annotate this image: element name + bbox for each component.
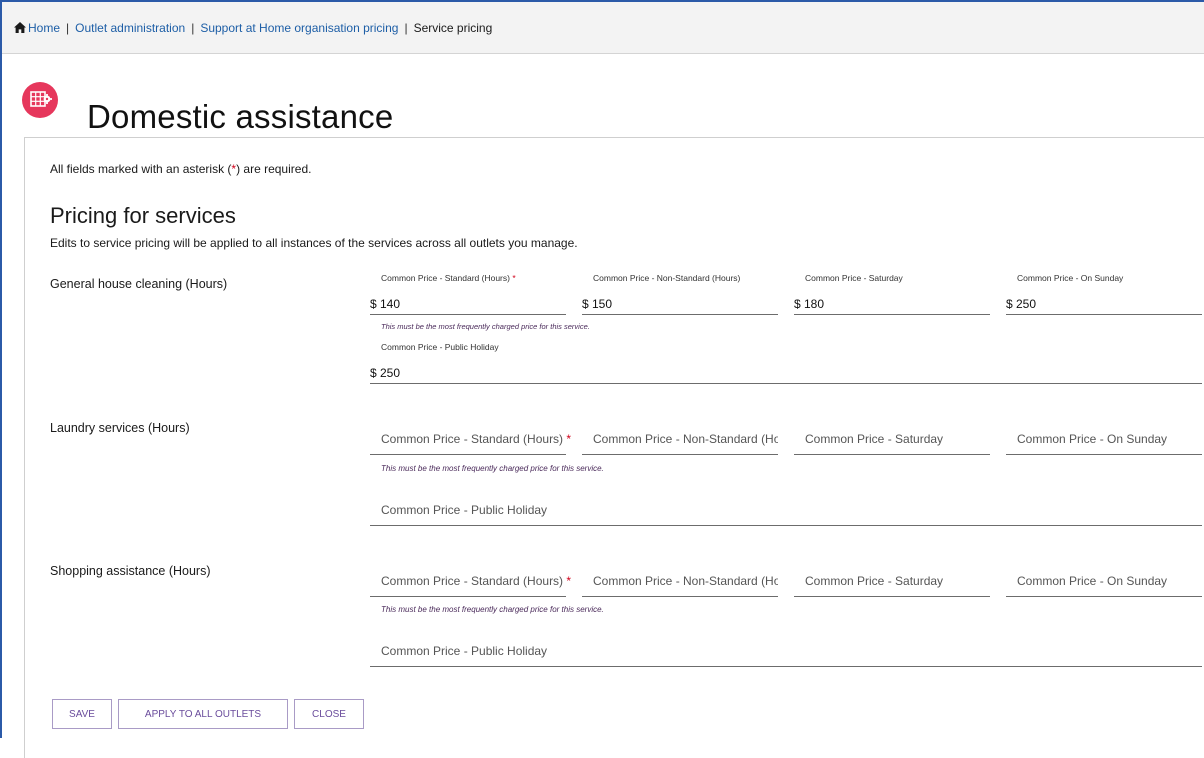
currency-symbol: $ — [370, 297, 377, 311]
price-public-holiday-input[interactable]: Common Price - Public Holiday — [370, 499, 1202, 526]
field-placeholder: Common Price - Standard (Hours) * — [381, 574, 572, 588]
page-frame: Home | Outlet administration | Support at Ho… — [0, 0, 1204, 758]
field-placeholder: Common Price - Saturday — [805, 574, 944, 588]
breadcrumb-separator: | — [66, 21, 70, 35]
breadcrumb-outlet-admin-link[interactable]: Outlet administration — [75, 21, 185, 35]
required-note-prefix: All fields marked with an asterisk ( — [50, 162, 232, 176]
service-label-laundry-services: Laundry services (Hours) — [50, 421, 190, 435]
save-button[interactable]: SAVE — [52, 699, 112, 729]
page-title: Domestic assistance — [87, 98, 394, 136]
field-label: Common Price - On Sunday — [1017, 273, 1124, 283]
field-placeholder: Common Price - On Sunday — [1017, 432, 1168, 446]
price-standard-input[interactable]: Common Price - Standard (Hours) * $ 140 — [370, 273, 566, 315]
currency-symbol: $ — [582, 297, 589, 311]
field-placeholder: Common Price - Saturday — [805, 432, 944, 446]
breadcrumb: Home | Outlet administration | Support at Ho… — [2, 2, 1204, 54]
field-placeholder: Common Price - Non-Standard (Hours) — [593, 574, 778, 588]
required-note-suffix: ) are required. — [236, 162, 312, 176]
price-non-standard-input[interactable]: Common Price - Non-Standard (Hours) — [582, 570, 778, 597]
price-sunday-input[interactable]: Common Price - On Sunday — [1006, 570, 1202, 597]
price-saturday-input[interactable]: Common Price - Saturday — [794, 428, 990, 455]
price-public-holiday-input[interactable]: Common Price - Public Holiday — [370, 640, 1202, 667]
standard-price-hint: This must be the most frequently charged… — [381, 322, 590, 331]
service-label-shopping-assistance: Shopping assistance (Hours) — [50, 564, 211, 578]
price-value: 180 — [804, 297, 825, 311]
price-standard-input[interactable]: Common Price - Standard (Hours) * — [370, 570, 571, 597]
section-subtitle: Edits to service pricing will be applied… — [50, 236, 578, 250]
grid-gear-icon — [30, 91, 52, 107]
currency-symbol: $ — [370, 366, 377, 380]
price-value: 250 — [380, 366, 401, 380]
price-sunday-input[interactable]: Common Price - On Sunday — [1006, 428, 1202, 455]
field-placeholder: Common Price - Non-Standard (Hours) — [593, 432, 778, 446]
price-non-standard-input[interactable]: Common Price - Non-Standard (Hours) — [582, 428, 778, 455]
home-icon[interactable] — [14, 22, 26, 33]
required-note: All fields marked with an asterisk (*) a… — [50, 162, 311, 176]
price-saturday-input[interactable]: Common Price - Saturday — [794, 570, 990, 597]
breadcrumb-separator: | — [191, 21, 195, 35]
price-non-standard-input[interactable]: Common Price - Non-Standard (Hours) $ 15… — [582, 273, 778, 315]
section-title: Pricing for services — [50, 203, 236, 228]
standard-price-hint: This must be the most frequently charged… — [381, 464, 604, 473]
field-label: Common Price - Non-Standard (Hours) — [593, 273, 741, 283]
field-label: Common Price - Public Holiday — [381, 342, 499, 352]
currency-symbol: $ — [794, 297, 801, 311]
breadcrumb-separator: | — [404, 21, 408, 35]
breadcrumb-home-link[interactable]: Home — [28, 21, 60, 35]
apply-to-all-outlets-button[interactable]: APPLY TO ALL OUTLETS — [118, 699, 288, 729]
currency-symbol: $ — [1006, 297, 1013, 311]
field-placeholder: Common Price - Public Holiday — [381, 644, 548, 658]
field-placeholder: Common Price - On Sunday — [1017, 574, 1168, 588]
breadcrumb-current: Service pricing — [413, 21, 493, 35]
price-public-holiday-input[interactable]: Common Price - Public Holiday $ 250 — [370, 342, 1202, 384]
field-label: Common Price - Standard (Hours) * — [381, 273, 516, 283]
price-saturday-input[interactable]: Common Price - Saturday $ 180 — [794, 273, 990, 315]
breadcrumb-org-pricing-link[interactable]: Support at Home organisation pricing — [200, 21, 398, 35]
service-badge — [22, 82, 58, 118]
close-button[interactable]: CLOSE — [294, 699, 364, 729]
price-sunday-input[interactable]: Common Price - On Sunday $ 250 — [1006, 273, 1202, 315]
price-value: 250 — [1016, 297, 1037, 311]
standard-price-hint: This must be the most frequently charged… — [381, 605, 604, 614]
price-standard-input[interactable]: Common Price - Standard (Hours) * — [370, 428, 571, 455]
price-value: 140 — [380, 297, 401, 311]
field-label: Common Price - Saturday — [805, 273, 903, 283]
left-border — [0, 0, 2, 738]
service-label-general-house-cleaning: General house cleaning (Hours) — [50, 277, 228, 291]
price-value: 150 — [592, 297, 613, 311]
field-placeholder: Common Price - Standard (Hours) * — [381, 432, 572, 446]
field-placeholder: Common Price - Public Holiday — [381, 503, 548, 517]
